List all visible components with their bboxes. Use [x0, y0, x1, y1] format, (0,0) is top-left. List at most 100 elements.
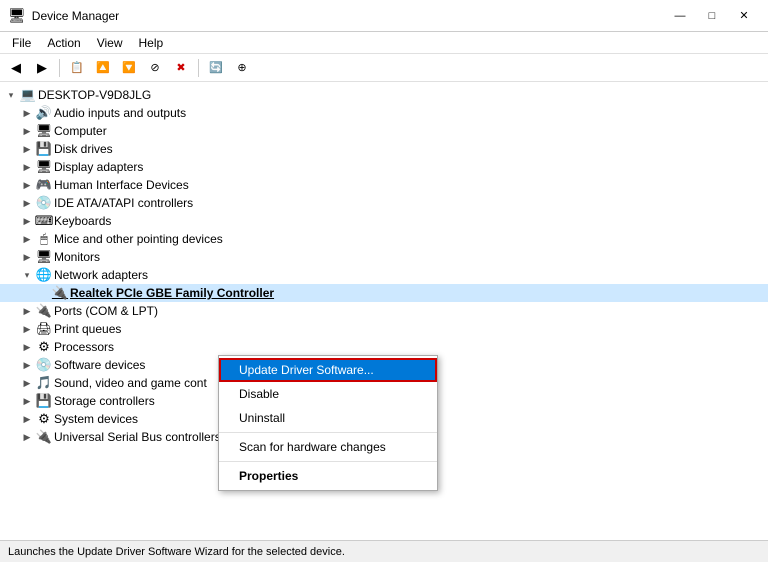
label-root: DESKTOP-V9D8JLG: [38, 88, 151, 102]
toggle-network[interactable]: ▾: [20, 268, 34, 282]
ctx-disable[interactable]: Disable: [219, 382, 437, 406]
label-monitors: Monitors: [54, 250, 100, 264]
toolbar-rollback[interactable]: 🔽: [117, 57, 141, 79]
label-ide: IDE ATA/ATAPI controllers: [54, 196, 193, 210]
toolbar-scan[interactable]: 🔄: [204, 57, 228, 79]
tree-item-mice[interactable]: ▶🖱Mice and other pointing devices: [0, 230, 768, 248]
label-disk: Disk drives: [54, 142, 113, 156]
tree-item-hid[interactable]: ▶🎮Human Interface Devices: [0, 176, 768, 194]
menu-action[interactable]: Action: [39, 34, 88, 52]
toggle-computer[interactable]: ▶: [20, 124, 34, 138]
toolbar-sep2: [198, 59, 199, 77]
toolbar-uninstall[interactable]: ✖: [169, 57, 193, 79]
icon-mice: 🖱: [36, 231, 52, 247]
main-content: ▾💻DESKTOP-V9D8JLG▶🔊Audio inputs and outp…: [0, 82, 768, 540]
toolbar-sep1: [59, 59, 60, 77]
toggle-mice[interactable]: ▶: [20, 232, 34, 246]
icon-disk: 💾: [36, 141, 52, 157]
icon-monitors: 🖥: [36, 249, 52, 265]
toggle-root[interactable]: ▾: [4, 88, 18, 102]
label-print: Print queues: [54, 322, 121, 336]
icon-storage: 💾: [36, 393, 52, 409]
icon-ide: 💿: [36, 195, 52, 211]
label-storage: Storage controllers: [54, 394, 155, 408]
tree-item-print[interactable]: ▶🖨Print queues: [0, 320, 768, 338]
title-text: Device Manager: [32, 9, 119, 23]
tree-item-monitors[interactable]: ▶🖥Monitors: [0, 248, 768, 266]
ctx-properties[interactable]: Properties: [219, 464, 437, 488]
toggle-ide[interactable]: ▶: [20, 196, 34, 210]
menu-file[interactable]: File: [4, 34, 39, 52]
icon-ports: 🔌: [36, 303, 52, 319]
tree-item-realtek[interactable]: 🔌Realtek PCIe GBE Family Controller: [0, 284, 768, 302]
ctx-uninstall[interactable]: Uninstall: [219, 406, 437, 430]
icon-audio: 🔊: [36, 105, 52, 121]
toggle-software[interactable]: ▶: [20, 358, 34, 372]
label-hid: Human Interface Devices: [54, 178, 189, 192]
toolbar-add-hardware[interactable]: ⊕: [230, 57, 254, 79]
toolbar-disable[interactable]: ⊘: [143, 57, 167, 79]
toggle-audio[interactable]: ▶: [20, 106, 34, 120]
label-keyboard: Keyboards: [54, 214, 111, 228]
menu-help[interactable]: Help: [131, 34, 172, 52]
toggle-ports[interactable]: ▶: [20, 304, 34, 318]
icon-software: 💿: [36, 357, 52, 373]
icon-realtek: 🔌: [52, 285, 68, 301]
menu-bar: File Action View Help: [0, 32, 768, 54]
toggle-keyboard[interactable]: ▶: [20, 214, 34, 228]
tree-item-proc[interactable]: ▶⚙Processors: [0, 338, 768, 356]
ctx-update-driver[interactable]: Update Driver Software...: [219, 358, 437, 382]
minimize-button[interactable]: —: [664, 6, 696, 26]
label-sound: Sound, video and game cont: [54, 376, 207, 390]
ctx-sep1: [219, 432, 437, 433]
tree-item-ports[interactable]: ▶🔌Ports (COM & LPT): [0, 302, 768, 320]
label-proc: Processors: [54, 340, 114, 354]
toggle-disk[interactable]: ▶: [20, 142, 34, 156]
label-realtek: Realtek PCIe GBE Family Controller: [70, 286, 274, 300]
title-bar: 🖥 Device Manager — □ ✕: [0, 0, 768, 32]
tree-item-root[interactable]: ▾💻DESKTOP-V9D8JLG: [0, 86, 768, 104]
icon-computer: 🖥: [36, 123, 52, 139]
icon-usb: 🔌: [36, 429, 52, 445]
toggle-usb[interactable]: ▶: [20, 430, 34, 444]
tree-item-audio[interactable]: ▶🔊Audio inputs and outputs: [0, 104, 768, 122]
toggle-display[interactable]: ▶: [20, 160, 34, 174]
menu-view[interactable]: View: [89, 34, 131, 52]
status-text: Launches the Update Driver Software Wiza…: [8, 546, 345, 558]
title-buttons: — □ ✕: [664, 6, 760, 26]
toggle-hid[interactable]: ▶: [20, 178, 34, 192]
toolbar-back[interactable]: ◀: [4, 57, 28, 79]
ctx-scan[interactable]: Scan for hardware changes: [219, 435, 437, 459]
icon-keyboard: ⌨: [36, 213, 52, 229]
tree-item-computer[interactable]: ▶🖥Computer: [0, 122, 768, 140]
toolbar-properties[interactable]: 📋: [65, 57, 89, 79]
toggle-proc[interactable]: ▶: [20, 340, 34, 354]
icon-print: 🖨: [36, 321, 52, 337]
toggle-print[interactable]: ▶: [20, 322, 34, 336]
app-icon: 🖥: [8, 7, 26, 24]
toolbar-update-driver[interactable]: 🔼: [91, 57, 115, 79]
label-system: System devices: [54, 412, 138, 426]
label-usb: Universal Serial Bus controllers: [54, 430, 221, 444]
maximize-button[interactable]: □: [696, 6, 728, 26]
tree-item-keyboard[interactable]: ▶⌨Keyboards: [0, 212, 768, 230]
icon-root: 💻: [20, 87, 36, 103]
icon-network: 🌐: [36, 267, 52, 283]
toggle-system[interactable]: ▶: [20, 412, 34, 426]
icon-sound: 🎵: [36, 375, 52, 391]
tree-item-display[interactable]: ▶🖥Display adapters: [0, 158, 768, 176]
toggle-storage[interactable]: ▶: [20, 394, 34, 408]
toggle-sound[interactable]: ▶: [20, 376, 34, 390]
toggle-monitors[interactable]: ▶: [20, 250, 34, 264]
tree-item-disk[interactable]: ▶💾Disk drives: [0, 140, 768, 158]
tree-item-network[interactable]: ▾🌐Network adapters: [0, 266, 768, 284]
close-button[interactable]: ✕: [728, 6, 760, 26]
label-display: Display adapters: [54, 160, 143, 174]
label-ports: Ports (COM & LPT): [54, 304, 158, 318]
icon-proc: ⚙: [36, 339, 52, 355]
toolbar-forward[interactable]: ▶: [30, 57, 54, 79]
label-mice: Mice and other pointing devices: [54, 232, 223, 246]
label-computer: Computer: [54, 124, 107, 138]
tree-item-ide[interactable]: ▶💿IDE ATA/ATAPI controllers: [0, 194, 768, 212]
label-software: Software devices: [54, 358, 145, 372]
